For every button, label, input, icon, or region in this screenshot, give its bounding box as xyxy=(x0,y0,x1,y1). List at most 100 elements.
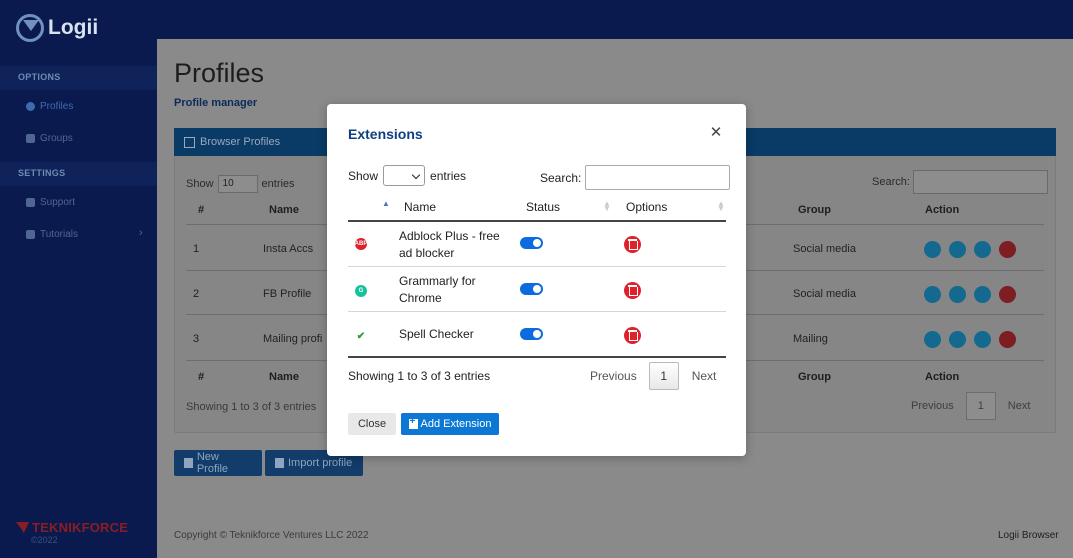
profiles-info: Showing 1 to 3 of 3 entries xyxy=(186,401,317,413)
modal-title: Extensions xyxy=(348,126,423,142)
app-logo[interactable]: Logii xyxy=(16,14,98,42)
modal-entries-length: Show entries xyxy=(348,165,466,186)
sidebar-item-groups[interactable]: Groups xyxy=(26,133,73,144)
profiles-search-input[interactable] xyxy=(912,170,1048,194)
row-3-num: 3 xyxy=(193,333,200,345)
button-label: New Profile xyxy=(196,451,229,475)
add-extension-button[interactable]: Add Extension xyxy=(401,413,499,435)
show-label: Show xyxy=(348,168,379,183)
extensions-icon[interactable] xyxy=(974,241,991,258)
sidebar-item-tutorials[interactable]: Tutorials xyxy=(26,229,78,240)
row-1-name: Insta Accs xyxy=(263,243,314,255)
brand-logo: TEKNIKFORCE xyxy=(16,520,128,535)
extension-status-toggle[interactable] xyxy=(520,237,543,249)
modal-info: Showing 1 to 3 of 3 entries xyxy=(348,369,491,383)
sidebar-section-settings: SETTINGS xyxy=(0,162,157,186)
trash-icon[interactable] xyxy=(999,331,1016,348)
button-label: Add Extension xyxy=(420,418,492,430)
extension-status-toggle[interactable] xyxy=(520,328,543,340)
extension-name: Grammarly for Chrome xyxy=(399,274,476,305)
profiles-pagination: Previous 1 Next xyxy=(911,392,1030,420)
sidebar-item-label: Groups xyxy=(40,133,73,144)
footer-col-num: # xyxy=(198,371,205,383)
sidebar-section-options: OPTIONS xyxy=(0,66,157,90)
page-subtitle: Profile manager xyxy=(174,97,258,109)
copyright: Copyright © Teknikforce Ventures LLC 202… xyxy=(174,530,369,541)
edit-icon[interactable] xyxy=(924,286,941,303)
extensions-icon[interactable] xyxy=(974,286,991,303)
divider xyxy=(348,220,726,222)
search-label: Search: xyxy=(540,170,582,185)
sidebar-item-label: Support xyxy=(40,197,76,208)
file-import-icon xyxy=(275,458,284,468)
col-header-num[interactable]: # xyxy=(198,204,204,216)
previous-button[interactable]: Previous xyxy=(911,400,954,412)
modal-search-input[interactable] xyxy=(585,165,731,190)
close-button[interactable]: Close xyxy=(348,413,396,435)
brand-name: TEKNIKFORCE xyxy=(32,520,129,535)
download-icon[interactable] xyxy=(949,241,966,258)
next-button[interactable]: Next xyxy=(692,369,717,383)
modal-entries-select[interactable] xyxy=(383,165,426,186)
col-header-options[interactable]: Options xyxy=(626,200,667,214)
entries-label: entries xyxy=(430,168,467,183)
cloud-icon xyxy=(26,198,35,207)
extensions-icon[interactable] xyxy=(974,331,991,348)
next-button[interactable]: Next xyxy=(1008,400,1031,412)
download-icon[interactable] xyxy=(949,331,966,348)
teknikforce-logo-icon xyxy=(16,522,29,533)
row-3-actions xyxy=(924,331,1016,348)
extension-status-toggle[interactable] xyxy=(520,283,543,295)
divider xyxy=(348,266,726,267)
user-icon xyxy=(184,458,193,468)
row-3-name: Mailing profi xyxy=(263,333,323,345)
users-icon xyxy=(26,134,35,143)
page-button-1[interactable]: 1 xyxy=(965,392,996,420)
col-header-status[interactable]: Status xyxy=(526,200,560,214)
footer-col-action: Action xyxy=(925,371,960,383)
checkmark-icon: ✔ xyxy=(355,330,367,342)
trash-icon[interactable] xyxy=(624,327,641,344)
profiles-search: Search: xyxy=(872,170,1048,194)
trash-icon[interactable] xyxy=(999,241,1016,258)
row-2-num: 2 xyxy=(193,288,200,300)
page-button-1[interactable]: 1 xyxy=(648,362,679,390)
profiles-icon xyxy=(184,136,195,148)
divider xyxy=(348,311,726,312)
extension-name: Adblock Plus - free ad blocker xyxy=(399,229,500,260)
col-header-group[interactable]: Group xyxy=(798,204,831,216)
close-icon[interactable]: ✕ xyxy=(708,125,724,141)
edit-icon[interactable] xyxy=(924,331,941,348)
new-profile-button[interactable]: New Profile xyxy=(174,450,262,476)
sort-asc-icon[interactable]: ▲ xyxy=(382,200,390,208)
row-3-group: Mailing xyxy=(793,333,828,345)
sidebar-item-label: Tutorials xyxy=(40,229,78,240)
book-icon xyxy=(26,230,35,239)
row-2-group: Social media xyxy=(793,288,856,300)
modal-pagination: Previous 1 Next xyxy=(590,362,716,390)
divider xyxy=(348,356,726,358)
grammarly-icon: G xyxy=(355,285,367,297)
col-header-name[interactable]: Name xyxy=(404,200,436,214)
row-2-actions xyxy=(924,286,1016,303)
col-header-name[interactable]: Name xyxy=(269,204,299,216)
download-icon[interactable] xyxy=(949,286,966,303)
edit-icon[interactable] xyxy=(924,241,941,258)
col-header-action[interactable]: Action xyxy=(925,204,959,216)
sort-icon[interactable]: ▲ ▼ xyxy=(717,200,725,213)
entries-select[interactable]: 10 xyxy=(217,175,258,193)
logii-logo-icon xyxy=(16,14,44,42)
sidebar-item-profiles[interactable]: Profiles xyxy=(26,101,73,112)
previous-button[interactable]: Previous xyxy=(590,369,637,383)
row-1-num: 1 xyxy=(193,243,200,255)
sort-icon[interactable]: ▲ ▼ xyxy=(603,200,611,213)
trash-icon[interactable] xyxy=(624,282,641,299)
trash-icon[interactable] xyxy=(624,236,641,253)
card-title: Browser Profiles xyxy=(200,136,281,148)
file-plus-icon xyxy=(408,416,418,429)
row-1-actions xyxy=(924,241,1016,258)
trash-icon[interactable] xyxy=(999,286,1016,303)
show-label: Show xyxy=(186,178,214,190)
sidebar-item-support[interactable]: Support xyxy=(26,197,75,208)
footer-col-name: Name xyxy=(269,371,299,383)
